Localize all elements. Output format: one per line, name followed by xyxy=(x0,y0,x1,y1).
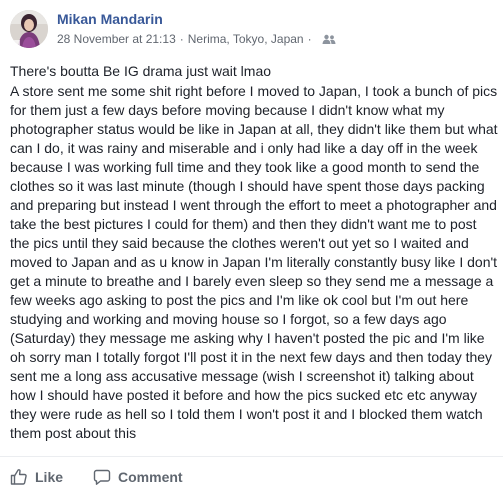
friends-icon[interactable] xyxy=(322,34,336,44)
post-story: A store sent me some shit right before I… xyxy=(10,83,502,441)
post-body: There's boutta Be IG drama just wait lma… xyxy=(10,62,498,443)
post-header: Mikan Mandarin 28 November at 21:13 · Ne… xyxy=(10,8,490,50)
comment-label: Comment xyxy=(118,469,183,485)
post-headline: There's boutta Be IG drama just wait lma… xyxy=(10,63,272,79)
like-label: Like xyxy=(35,469,64,485)
post-meta: 28 November at 21:13 · Nerima, Tokyo, Ja… xyxy=(57,32,336,46)
facebook-post: Mikan Mandarin 28 November at 21:13 · Ne… xyxy=(0,0,503,500)
comment-bubble-icon xyxy=(93,469,111,485)
comment-button[interactable]: Comment xyxy=(93,468,183,486)
author-name[interactable]: Mikan Mandarin xyxy=(57,11,163,27)
thumbs-up-icon xyxy=(10,469,27,485)
location[interactable]: Nerima, Tokyo, Japan xyxy=(188,32,304,46)
timestamp[interactable]: 28 November at 21:13 xyxy=(57,32,176,46)
avatar-photo-icon xyxy=(10,10,48,48)
post-actions: Like Comment xyxy=(0,456,503,497)
meta-separator: · xyxy=(179,32,184,46)
like-button[interactable]: Like xyxy=(10,468,63,486)
avatar[interactable] xyxy=(10,10,48,48)
meta-separator-2: · xyxy=(307,32,312,46)
